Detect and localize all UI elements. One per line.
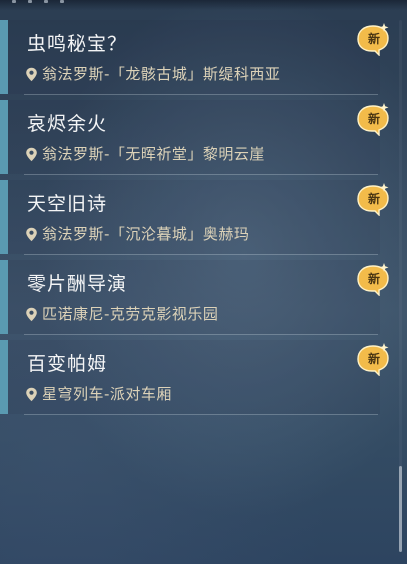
mission-list-item[interactable]: 天空旧诗 翁法罗斯-「沉沦暮城」奥赫玛 新 [0,172,392,255]
cutoff-mark [60,0,64,3]
location-text: 翁法罗斯-「无晖祈堂」黎明云崖 [42,145,265,163]
mission-location: 星穹列车-派对车厢 [25,385,172,403]
mission-title: 哀烬余火 [27,113,108,135]
location-text: 匹诺康尼-克劳克影视乐园 [42,305,219,323]
location-pin-icon [26,307,37,321]
mission-title: 虫鸣秘宝？ [27,33,128,55]
new-badge: 新 [354,342,392,376]
mission-list-item[interactable]: 哀烬余火 翁法罗斯-「无晖祈堂」黎明云崖 新 [0,92,392,175]
cutoff-mark [44,0,48,3]
item-divider [24,414,378,415]
new-badge-label: 新 [367,32,380,46]
item-accent-bar [0,340,8,414]
new-badge-label: 新 [367,272,380,286]
item-accent-bar [0,260,8,334]
item-accent-bar [0,180,8,254]
cutoff-mark [12,0,16,3]
new-badge: 新 [354,22,392,56]
mission-title: 百变帕姆 [27,353,108,375]
new-badge: 新 [354,102,392,136]
new-badge-label: 新 [367,112,380,126]
location-text: 星穹列车-派对车厢 [42,385,172,403]
mission-location: 翁法罗斯-「无晖祈堂」黎明云崖 [25,145,265,163]
top-cutoff-row [12,0,232,4]
scrollbar-thumb[interactable] [399,466,402,552]
new-badge: 新 [354,182,392,216]
mission-list-item[interactable]: 零片酬导演 匹诺康尼-克劳克影视乐园 新 [0,252,392,335]
location-text: 翁法罗斯-「龙骸古城」斯缇科西亚 [42,65,281,83]
mission-list: 虫鸣秘宝？ 翁法罗斯-「龙骸古城」斯缇科西亚 新 哀烬余火 翁法罗斯-「无晖祈堂… [0,12,392,415]
location-pin-icon [26,387,37,401]
location-text: 翁法罗斯-「沉沦暮城」奥赫玛 [42,225,250,243]
new-badge-label: 新 [367,352,380,366]
cutoff-mark [28,0,32,3]
mission-location: 匹诺康尼-克劳克影视乐园 [25,305,218,323]
item-accent-bar [0,20,8,94]
location-pin-icon [26,147,37,161]
mission-list-item[interactable]: 百变帕姆 星穹列车-派对车厢 新 [0,332,392,415]
mission-location: 翁法罗斯-「龙骸古城」斯缇科西亚 [25,65,280,83]
new-badge: 新 [354,262,392,296]
location-pin-icon [26,67,37,81]
mission-list-panel: 虫鸣秘宝？ 翁法罗斯-「龙骸古城」斯缇科西亚 新 哀烬余火 翁法罗斯-「无晖祈堂… [0,0,407,564]
mission-title: 零片酬导演 [27,273,128,295]
item-accent-bar [0,100,8,174]
location-pin-icon [26,227,37,241]
mission-list-item[interactable]: 虫鸣秘宝？ 翁法罗斯-「龙骸古城」斯缇科西亚 新 [0,12,392,95]
new-badge-label: 新 [367,192,380,206]
mission-title: 天空旧诗 [27,193,108,215]
mission-location: 翁法罗斯-「沉沦暮城」奥赫玛 [25,225,249,243]
